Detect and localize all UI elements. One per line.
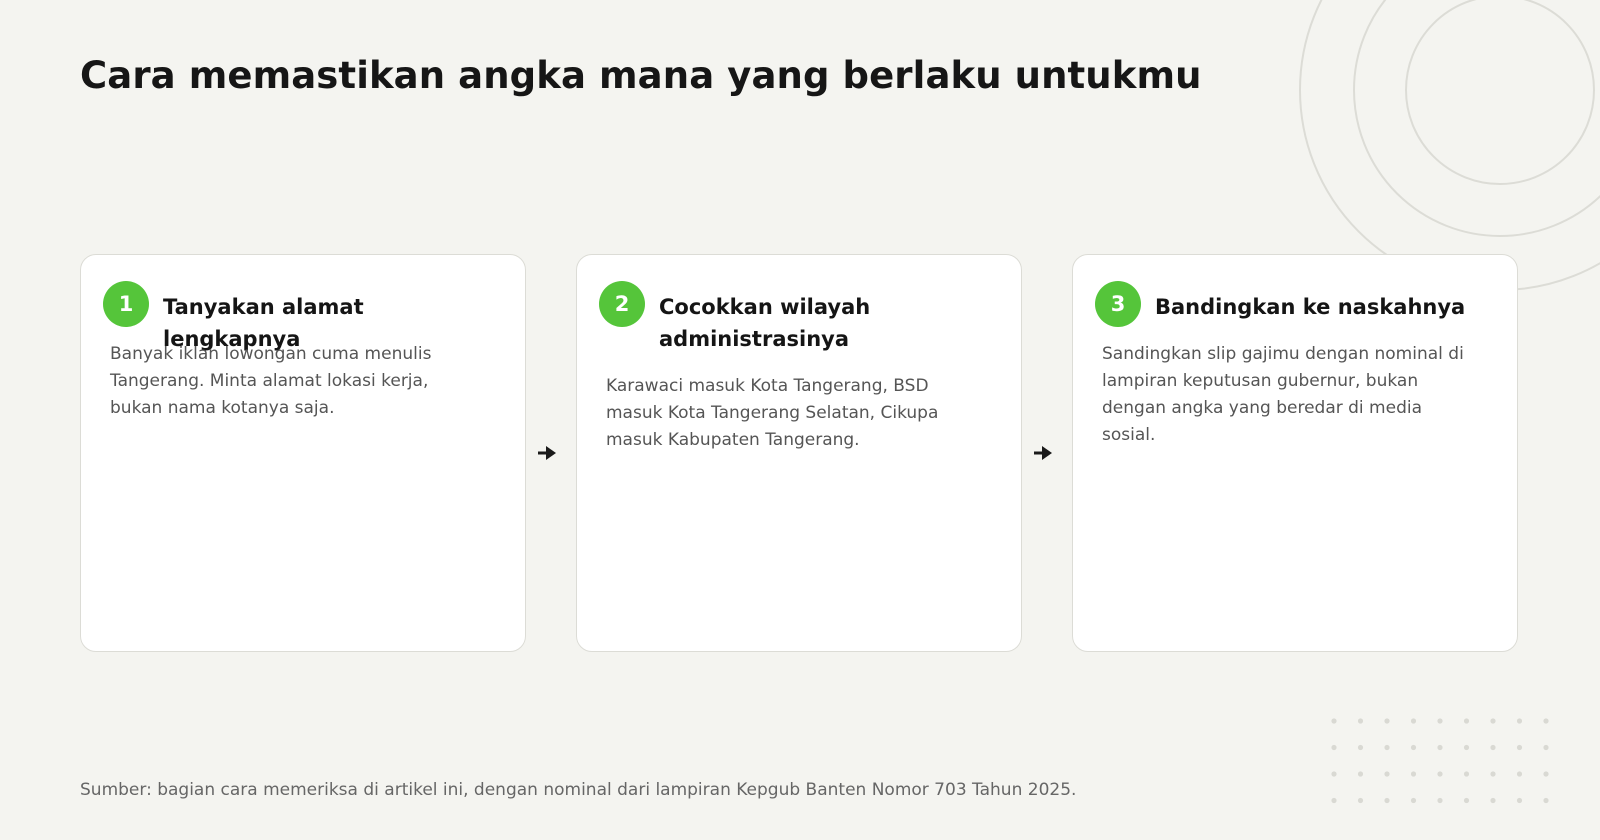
decorative-dot bbox=[1331, 718, 1337, 724]
decorative-dot bbox=[1516, 797, 1523, 804]
decorative-dot bbox=[1384, 797, 1390, 804]
step-header-2: 2 Cocokkan wilayah administrasinya bbox=[599, 281, 1001, 355]
page: Cara memastikan angka mana yang berlaku … bbox=[0, 0, 1600, 840]
decorative-dot-grid bbox=[1331, 718, 1549, 804]
decorative-dot bbox=[1357, 797, 1364, 804]
decorative-dot bbox=[1410, 744, 1417, 751]
decorative-dot bbox=[1437, 771, 1443, 777]
decorative-dot bbox=[1543, 718, 1549, 724]
decorative-dot bbox=[1357, 718, 1364, 724]
step-description-3: Sandingkan slip gajimu dengan nominal di… bbox=[1102, 344, 1464, 445]
decorative-dot bbox=[1331, 771, 1337, 777]
step-card-1: 1 Tanyakan alamat lengkapnya Banyak ikla… bbox=[80, 254, 526, 652]
decorative-dot bbox=[1543, 797, 1549, 804]
decorative-dot bbox=[1410, 718, 1417, 724]
arrow-right-icon bbox=[1034, 446, 1052, 460]
decorative-dot bbox=[1543, 771, 1549, 777]
decorative-dot bbox=[1463, 718, 1470, 724]
step-title-3: Bandingkan ke naskahnya bbox=[1155, 295, 1466, 319]
decorative-dot bbox=[1463, 744, 1470, 751]
decorative-dot bbox=[1410, 771, 1417, 777]
step-description-2: Karawaci masuk Kota Tangerang, BSD masuk… bbox=[606, 376, 939, 450]
step-number-badge-1: 1 bbox=[103, 281, 149, 327]
decorative-dot bbox=[1543, 744, 1549, 751]
decorative-dot bbox=[1410, 797, 1417, 804]
decorative-dot bbox=[1384, 771, 1390, 777]
decorative-dot bbox=[1463, 771, 1470, 777]
step-header-3: 3 Bandingkan ke naskahnya bbox=[1095, 281, 1497, 327]
decorative-dot bbox=[1331, 744, 1337, 751]
decorative-dot bbox=[1490, 797, 1496, 804]
decorative-dot bbox=[1437, 718, 1443, 724]
decorative-dot bbox=[1516, 771, 1523, 777]
page-title: Cara memastikan angka mana yang berlaku … bbox=[80, 54, 1202, 97]
arrow-right-icon bbox=[538, 446, 556, 460]
decorative-dot bbox=[1331, 797, 1337, 804]
step-description-1: Banyak iklan lowongan cuma menulis Tange… bbox=[110, 344, 432, 418]
decorative-dot bbox=[1490, 718, 1496, 724]
decorative-dot bbox=[1437, 744, 1443, 751]
decorative-dot bbox=[1437, 797, 1443, 804]
decorative-dot bbox=[1490, 771, 1496, 777]
step-number-badge-2: 2 bbox=[599, 281, 645, 327]
decorative-dot bbox=[1516, 718, 1523, 724]
step-title-2: Cocokkan wilayah administrasinya bbox=[659, 295, 871, 351]
decorative-dot bbox=[1516, 744, 1523, 751]
decorative-dot bbox=[1490, 744, 1496, 751]
source-note: Sumber: bagian cara memeriksa di artikel… bbox=[80, 780, 1077, 800]
step-card-2: 2 Cocokkan wilayah administrasinya Karaw… bbox=[576, 254, 1022, 652]
step-card-3: 3 Bandingkan ke naskahnya Sandingkan sli… bbox=[1072, 254, 1518, 652]
decorative-dot bbox=[1384, 718, 1390, 724]
decorative-dot bbox=[1357, 744, 1364, 751]
decorative-dot bbox=[1384, 744, 1390, 751]
decorative-dot bbox=[1463, 797, 1470, 804]
decorative-dot bbox=[1357, 771, 1364, 777]
step-number-badge-3: 3 bbox=[1095, 281, 1141, 327]
